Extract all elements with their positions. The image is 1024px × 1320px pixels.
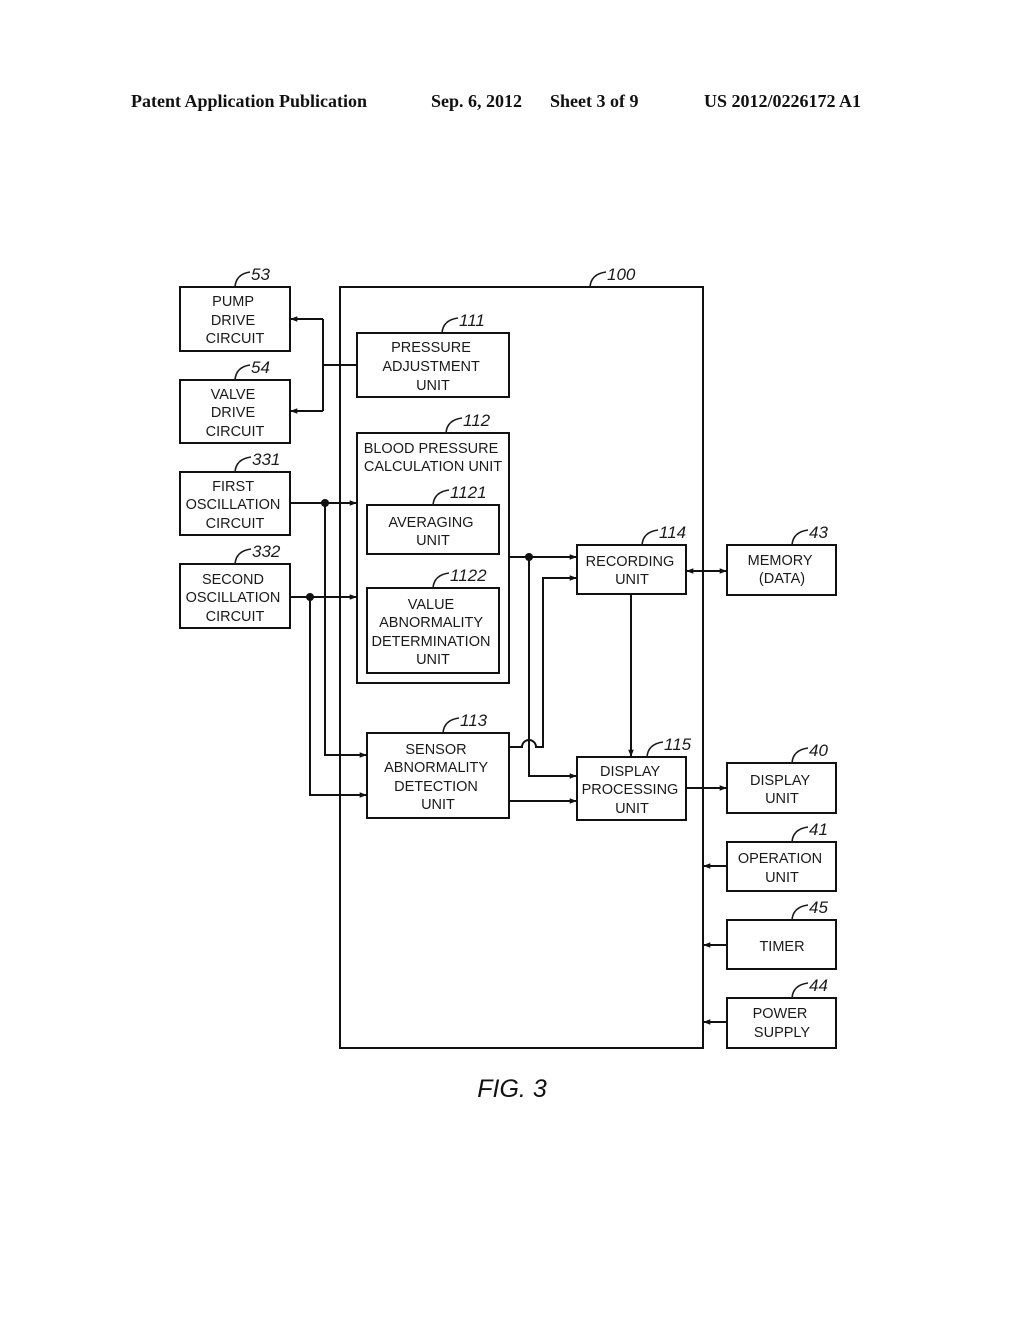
ref-111: 111 (459, 311, 485, 330)
leader-45 (791, 904, 809, 921)
block-331-first-oscillation-circuit: FIRST OSCILLATION CIRCUIT 331 (179, 450, 291, 536)
page-header: Patent Application Publication Sep. 6, 2… (131, 91, 861, 111)
block-44-power-supply: POWER SUPPLY 44 (726, 976, 837, 1049)
patent-sheet: Patent Application Publication Sep. 6, 2… (131, 91, 861, 1103)
ref-100: 100 (607, 265, 636, 284)
ref-45: 45 (809, 898, 828, 917)
leader-40 (791, 747, 809, 764)
ref-115: 115 (664, 735, 692, 754)
ref-1121: 1121 (450, 483, 487, 502)
ref-332: 332 (252, 542, 281, 561)
ref-1122: 1122 (450, 566, 487, 585)
block-332-second-oscillation-circuit: SECOND OSCILLATION CIRCUIT 332 (179, 542, 291, 629)
publication-date: Sep. 6, 2012 (431, 91, 522, 111)
ref-53: 53 (251, 265, 270, 284)
block-54-valve-drive-circuit: VALVE DRIVE CIRCUIT 54 (179, 358, 291, 444)
ref-41: 41 (809, 820, 828, 839)
leader-44 (791, 982, 809, 999)
ref-43: 43 (809, 523, 828, 542)
block-40-display-unit: DISPLAY UNIT 40 (726, 741, 837, 814)
ref-112: 112 (463, 411, 491, 430)
block-45-label: TIMER (759, 939, 804, 955)
leader-100 (589, 271, 607, 288)
ref-54: 54 (251, 358, 270, 377)
leader-41 (791, 826, 809, 843)
figure-label: FIG. 3 (477, 1075, 547, 1103)
sheet-number: Sheet 3 of 9 (550, 91, 639, 111)
ref-114: 114 (659, 523, 686, 542)
block-43-memory: MEMORY (DATA) 43 (726, 523, 837, 596)
leader-54 (234, 364, 251, 381)
block-45-timer: TIMER 45 (726, 898, 837, 970)
leader-53 (234, 271, 251, 288)
block-53-label: PUMP DRIVE CIRCUIT (206, 294, 265, 347)
ref-44: 44 (809, 976, 828, 995)
block-53-pump-drive-circuit: PUMP DRIVE CIRCUIT 53 (179, 265, 291, 352)
leader-332 (234, 548, 252, 565)
ref-40: 40 (809, 741, 828, 760)
ref-331: 331 (252, 450, 280, 469)
block-41-operation-unit: OPERATION UNIT 41 (726, 820, 837, 892)
leader-43 (791, 529, 809, 546)
ref-113: 113 (460, 711, 488, 730)
publication-type: Patent Application Publication (131, 91, 367, 111)
leader-331 (234, 456, 252, 473)
publication-number: US 2012/0226172 A1 (704, 91, 861, 111)
block-54-label: VALVE DRIVE CIRCUIT (206, 387, 265, 440)
